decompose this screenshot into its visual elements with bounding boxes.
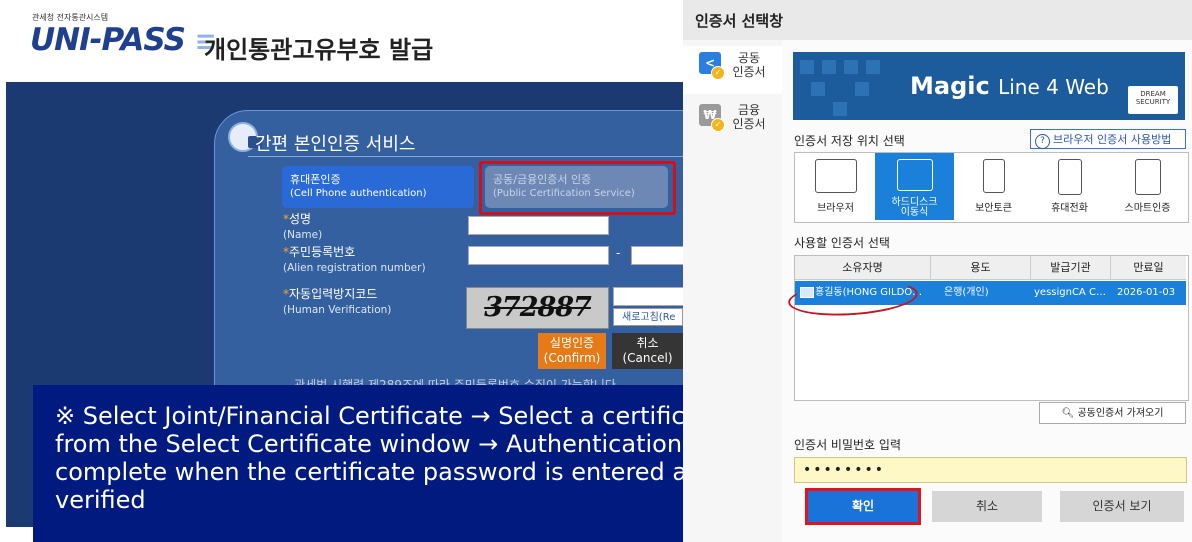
- captcha-input[interactable]: [613, 287, 683, 306]
- banner-square: [866, 60, 880, 74]
- banner-square: [800, 60, 814, 74]
- ok-button[interactable]: 확인: [805, 488, 921, 525]
- storage-smart-auth[interactable]: 스마트인증: [1108, 153, 1187, 220]
- reg-number-label: *주민등록번호 (Alien registration number): [283, 245, 426, 274]
- option-phone-auth[interactable]: 휴대폰인증 (Cell Phone authentication): [282, 166, 474, 208]
- banner-square: [855, 82, 869, 96]
- reg-dash: -: [616, 246, 621, 260]
- import-cert-button[interactable]: 🔍︎ 공동인증서 가져오기: [1039, 402, 1186, 424]
- harddisk-usb-icon: [896, 159, 933, 191]
- instruction-caption: ※ Select Joint/Financial Certificate → S…: [33, 385, 775, 542]
- captcha-label: *자동입력방지코드 (Human Verification): [283, 287, 392, 316]
- question-icon: ?: [1035, 134, 1050, 149]
- option-phone-sub: (Cell Phone authentication): [290, 188, 427, 199]
- name-input[interactable]: [468, 216, 609, 235]
- panel-title: 간편 본인인증 서비스: [255, 134, 416, 155]
- highlight-cert-option: [479, 161, 676, 215]
- browser-icon: [814, 159, 857, 193]
- password-label: 인증서 비밀번호 입력: [794, 438, 901, 452]
- cell-expiry: 2026-01-03: [1117, 287, 1176, 298]
- col-owner[interactable]: 소유자명: [795, 256, 931, 280]
- cert-select-label: 사용할 인증서 선택: [794, 236, 890, 250]
- col-issuer[interactable]: 발급기관: [1031, 256, 1111, 280]
- col-usage[interactable]: 용도: [931, 256, 1031, 280]
- cell-issuer: yessignCA C…: [1034, 287, 1106, 298]
- storage-browser[interactable]: 브라우저: [796, 153, 875, 220]
- mobile-phone-icon: [1057, 159, 1082, 195]
- col-expiry[interactable]: 만료일: [1111, 256, 1186, 280]
- page-title: 개인통관고유부호 발급: [204, 36, 434, 64]
- view-cert-button[interactable]: 인증서 보기: [1060, 491, 1184, 522]
- storage-section-label: 인증서 저장 위치 선택: [794, 134, 905, 148]
- dialog-title: 인증서 선택창: [695, 12, 784, 30]
- password-input[interactable]: ••••••••: [794, 457, 1187, 483]
- banner-square: [811, 82, 825, 96]
- captcha-image: 372887: [466, 287, 609, 329]
- unipass-logo: UNI-PASS ≡: [30, 22, 217, 58]
- banner-title: Magic Line 4 Web: [910, 72, 1109, 100]
- check-badge-icon: ✓: [711, 66, 725, 80]
- name-label: *성명 (Name): [283, 212, 323, 241]
- cell-usage: 은행(개인): [944, 287, 989, 298]
- confirm-button[interactable]: 실명인증 (Confirm): [538, 333, 606, 369]
- sidebar-item-financial-cert[interactable]: ₩ ✓ 금융 인증서: [683, 98, 782, 146]
- storage-security-token[interactable]: 보안토큰: [954, 153, 1033, 220]
- banner-square: [833, 102, 847, 116]
- dreamsecurity-logo: DREAM SECURITY: [1128, 86, 1178, 114]
- option-phone-label: 휴대폰인증: [290, 173, 341, 186]
- captcha-refresh-button[interactable]: 새로고침(Re: [613, 308, 683, 326]
- banner-square: [822, 60, 836, 74]
- sidebar-item-label: 공동 인증서: [732, 51, 766, 79]
- storage-mobile-phone[interactable]: 휴대전화: [1030, 153, 1109, 220]
- reg-number-first-input[interactable]: [468, 246, 609, 265]
- search-icon: 🔍︎: [1061, 408, 1075, 419]
- smart-auth-icon: [1134, 159, 1161, 195]
- browser-cert-help-button[interactable]: ? 브라우저 인증서 사용방법: [1030, 129, 1186, 149]
- logo-text: UNI-PASS: [30, 22, 186, 58]
- sidebar-item-label: 금융 인증서: [732, 103, 766, 131]
- divider: [248, 156, 683, 157]
- cancel-button[interactable]: 취소 (Cancel): [612, 333, 683, 369]
- storage-harddisk[interactable]: 하드디스크 이동식: [875, 153, 954, 220]
- banner-square: [844, 60, 858, 74]
- sidebar-item-joint-cert[interactable]: < ✓ 공동 인증서: [683, 46, 782, 94]
- dialog-cancel-button[interactable]: 취소: [932, 491, 1042, 522]
- reg-number-second-input[interactable]: [631, 246, 683, 265]
- check-badge-icon: ✓: [711, 118, 725, 132]
- security-token-icon: [982, 159, 1005, 193]
